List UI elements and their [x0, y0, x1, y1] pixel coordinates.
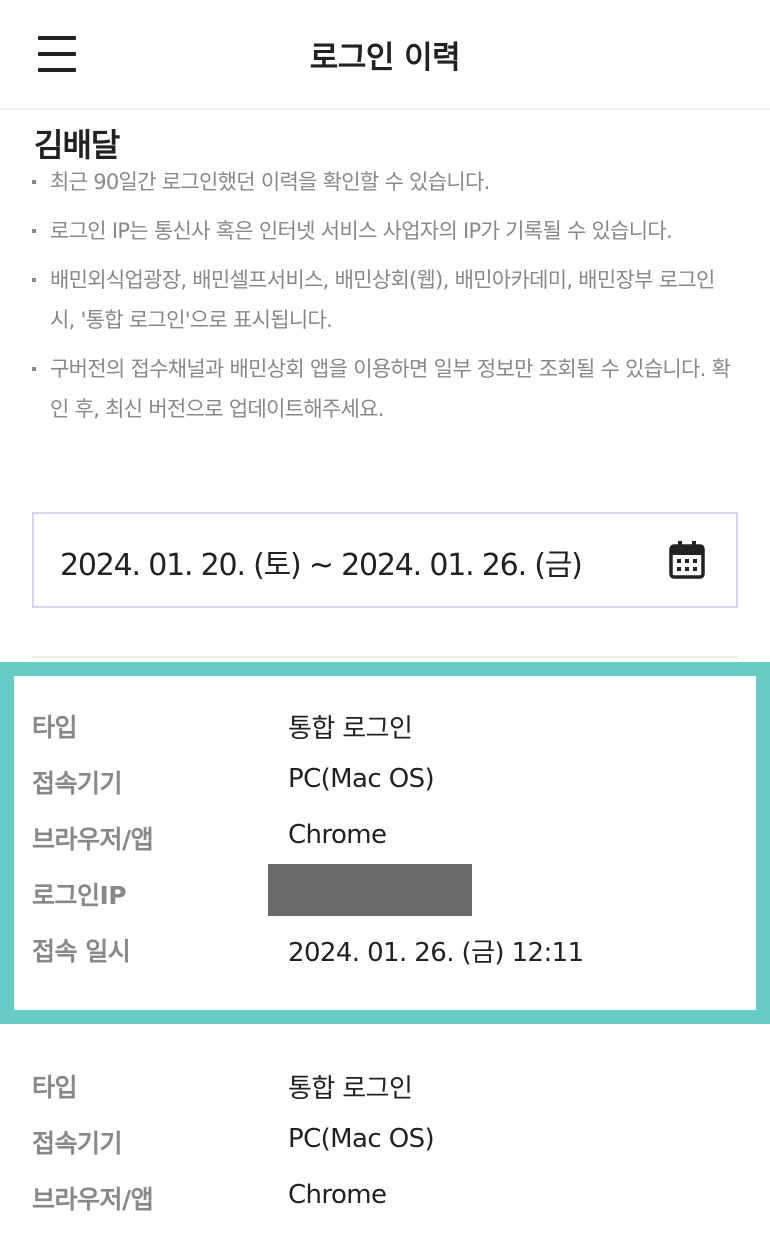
masked-ip-block [268, 864, 472, 916]
divider [32, 656, 738, 658]
device-value: PC(Mac OS) [288, 1124, 435, 1154]
notice-list: 최근 90일간 로그인했던 이력을 확인할 수 있습니다. 로그인 IP는 통신… [30, 162, 740, 438]
record-row-time: 접속 일시 2024. 01. 26. (금) 12:11 [14, 932, 756, 972]
type-value: 통합 로그인 [288, 1074, 413, 1104]
type-label: 타입 [32, 713, 78, 742]
type-value: 통합 로그인 [288, 714, 413, 744]
time-value: 2024. 01. 26. (금) 12:11 [288, 938, 584, 968]
login-record-highlighted: 타입 통합 로그인 접속기기 PC(Mac OS) 브라우저/앱 Chrome … [0, 662, 770, 1024]
app-header: 로그인 이력 [0, 0, 770, 110]
browser-label: 브라우저/앱 [32, 1185, 154, 1214]
device-label: 접속기기 [32, 1129, 123, 1158]
browser-value: Chrome [288, 820, 387, 850]
notice-item: 로그인 IP는 통신사 혹은 인터넷 서비스 사업자의 IP가 기록될 수 있습… [30, 211, 740, 251]
record-row-ip: 로그인IP [14, 864, 756, 916]
notice-item: 최근 90일간 로그인했던 이력을 확인할 수 있습니다. [30, 162, 740, 202]
device-value: PC(Mac OS) [288, 764, 435, 794]
type-label: 타입 [32, 1073, 78, 1102]
record-row-type: 타입 통합 로그인 [14, 708, 756, 748]
device-label: 접속기기 [32, 769, 123, 798]
date-range-value: 2024. 01. 20. (토) ~ 2024. 01. 26. (금) [60, 548, 583, 583]
user-name: 김배달 [34, 126, 120, 164]
record-row-device: 접속기기 PC(Mac OS) [14, 764, 756, 804]
ip-label: 로그인IP [32, 881, 127, 910]
record-row-type: 타입 통합 로그인 [0, 1068, 770, 1108]
notice-item: 배민외식업광장, 배민셀프서비스, 배민상회(웹), 배민아카데미, 배민장부 … [30, 260, 740, 340]
date-range-picker[interactable]: 2024. 01. 20. (토) ~ 2024. 01. 26. (금) [32, 512, 738, 608]
page-title: 로그인 이력 [309, 40, 461, 76]
time-label: 접속 일시 [32, 937, 131, 966]
browser-label: 브라우저/앱 [32, 825, 154, 854]
notice-item: 구버전의 접수채널과 배민상회 앱을 이용하면 일부 정보만 조회될 수 있습니… [30, 349, 740, 429]
browser-value: Chrome [288, 1180, 387, 1210]
login-record: 타입 통합 로그인 접속기기 PC(Mac OS) 브라우저/앱 Chrome [0, 1060, 770, 1234]
record-row-browser: 브라우저/앱 Chrome [14, 820, 756, 860]
record-row-browser: 브라우저/앱 Chrome [0, 1180, 770, 1220]
record-row-device: 접속기기 PC(Mac OS) [0, 1124, 770, 1164]
calendar-icon[interactable] [668, 540, 706, 580]
